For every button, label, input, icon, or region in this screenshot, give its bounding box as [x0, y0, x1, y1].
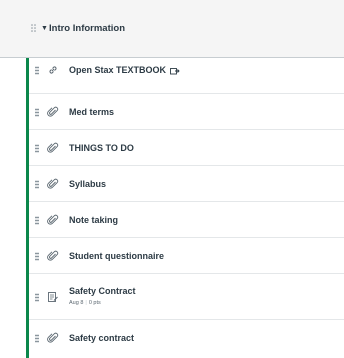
- attachment-icon: [47, 106, 59, 117]
- module-item[interactable]: THINGS TO DO: [29, 130, 344, 166]
- external-link-icon: [170, 67, 180, 75]
- module-item[interactable]: Open Stax TEXTBOOK: [29, 58, 344, 94]
- module-item[interactable]: Note taking: [29, 202, 344, 238]
- item-details: Aug 8 | 0 pts: [69, 300, 101, 306]
- module-header[interactable]: ▼ Intro Information: [0, 0, 344, 58]
- drag-handle-icon[interactable]: [35, 334, 39, 343]
- attachment-icon: [47, 250, 59, 261]
- item-title-link[interactable]: Open Stax TEXTBOOK: [69, 65, 180, 75]
- due-date: Aug 8: [69, 300, 84, 306]
- attachment-icon: [47, 178, 59, 189]
- attachment-icon: [47, 332, 59, 343]
- item-title[interactable]: Med terms: [69, 107, 114, 117]
- item-title[interactable]: Safety Contract: [69, 286, 136, 296]
- item-title[interactable]: THINGS TO DO: [69, 143, 134, 153]
- module-title: Intro Information: [49, 23, 125, 34]
- collapse-caret-icon[interactable]: ▼: [41, 25, 48, 32]
- link-icon: [49, 66, 57, 74]
- item-title[interactable]: Student questionnaire: [69, 251, 164, 261]
- item-title[interactable]: Note taking: [69, 215, 118, 225]
- drag-handle-icon[interactable]: [35, 252, 39, 261]
- item-title[interactable]: Syllabus: [69, 179, 106, 189]
- attachment-icon: [47, 214, 59, 225]
- drag-handle-icon[interactable]: [35, 180, 39, 189]
- item-title[interactable]: Safety contract: [69, 333, 134, 343]
- module-item[interactable]: Syllabus: [29, 166, 344, 202]
- drag-handle-icon[interactable]: [35, 108, 39, 117]
- assignment-icon: [48, 292, 58, 302]
- attachment-icon: [47, 142, 59, 153]
- drag-handle-icon[interactable]: [35, 144, 39, 153]
- drag-handle-icon[interactable]: [35, 216, 39, 225]
- drag-handle-icon[interactable]: [35, 293, 39, 302]
- drag-handle-icon[interactable]: [31, 24, 36, 34]
- module-item[interactable]: Med terms: [29, 94, 344, 130]
- points: 0 pts: [88, 300, 101, 306]
- module-items-list: Open Stax TEXTBOOK Med terms THINGS TO D…: [26, 58, 344, 358]
- module-item[interactable]: Safety Contract Aug 8 | 0 pts: [29, 274, 344, 320]
- module-item[interactable]: Safety contract: [29, 320, 344, 356]
- item-title[interactable]: Open Stax TEXTBOOK: [69, 65, 166, 75]
- drag-handle-icon[interactable]: [35, 66, 39, 75]
- module-item[interactable]: Student questionnaire: [29, 238, 344, 274]
